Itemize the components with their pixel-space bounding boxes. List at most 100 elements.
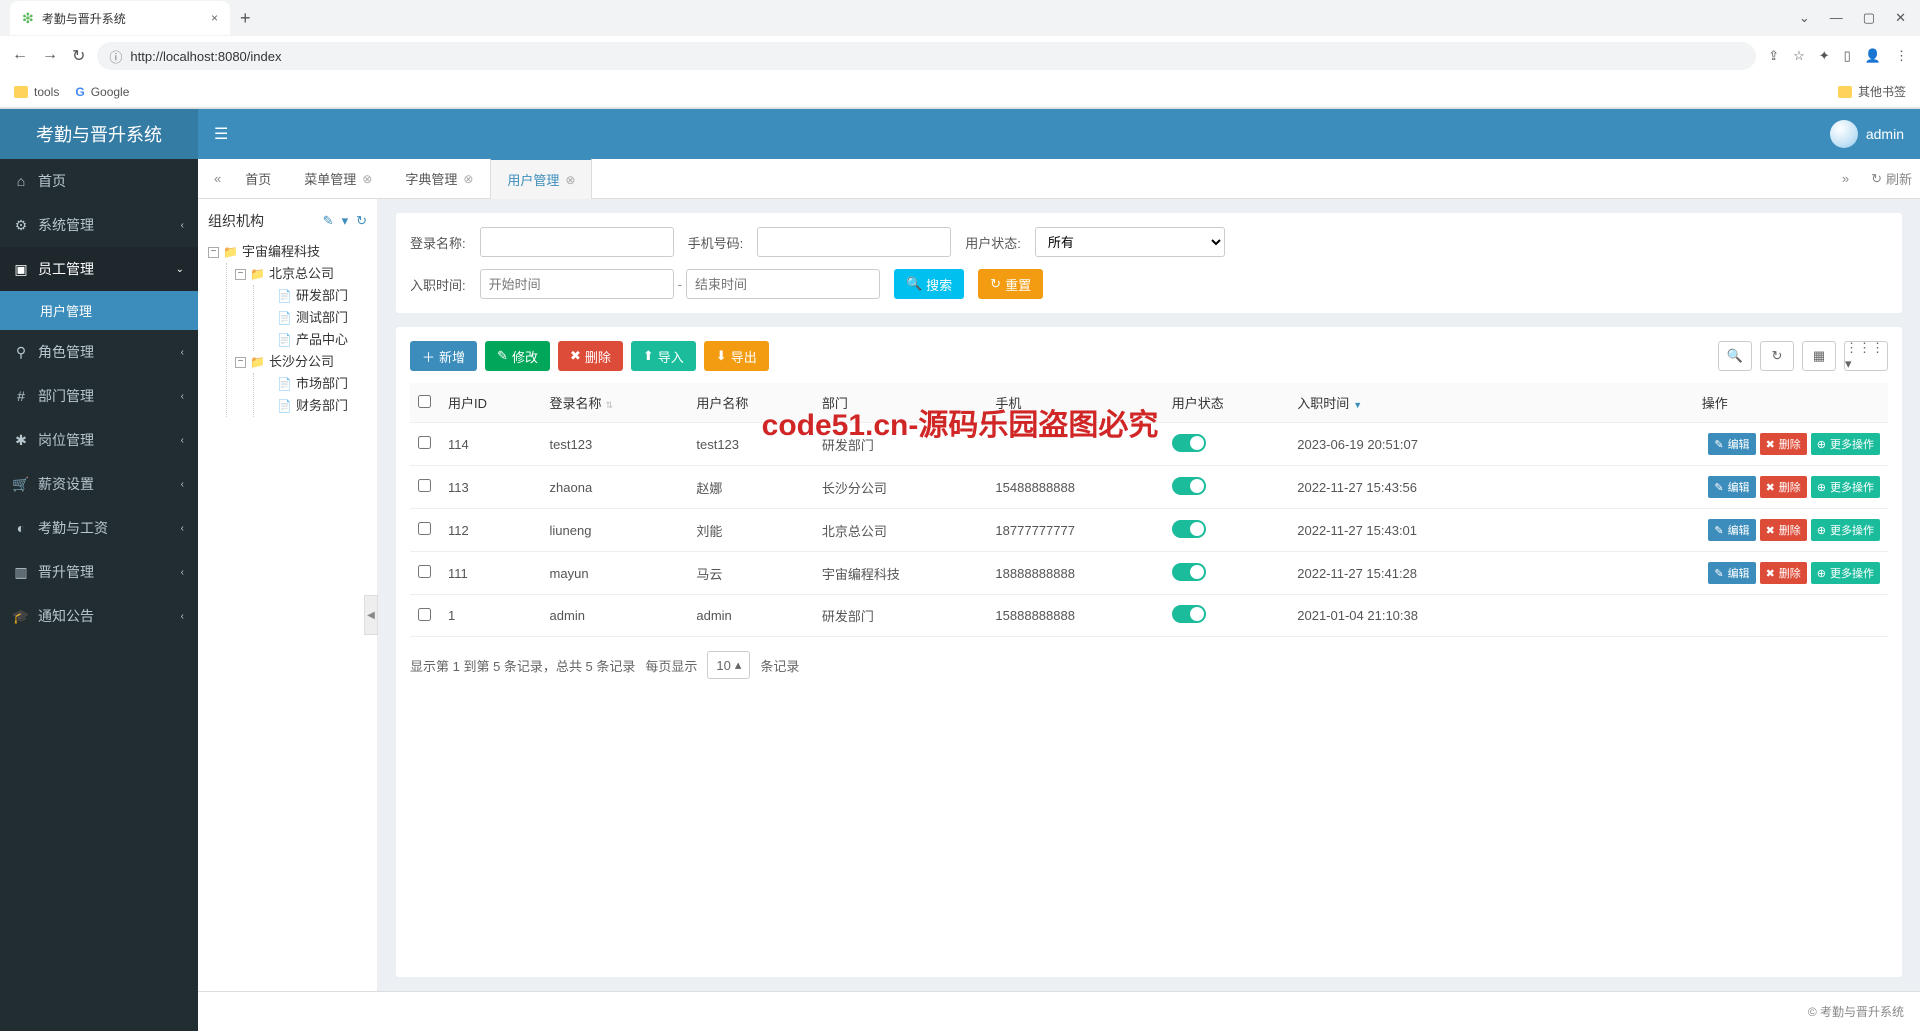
sidebar-item[interactable]: ⚙系统管理‹ [0, 203, 198, 247]
sidebar-item[interactable]: 🎓通知公告‹ [0, 594, 198, 638]
status-toggle[interactable] [1172, 520, 1206, 538]
tree-node[interactable]: 📄产品中心 [262, 329, 367, 351]
close-icon[interactable]: × [211, 11, 218, 25]
row-checkbox[interactable] [418, 479, 431, 492]
tree-node[interactable]: 📄市场部门 [262, 373, 367, 395]
tree-node[interactable]: 📄测试部门 [262, 307, 367, 329]
sidebar-item[interactable]: ✱岗位管理‹ [0, 418, 198, 462]
add-button[interactable]: ＋新增 [410, 341, 477, 371]
reload-icon[interactable]: ↻ [72, 46, 85, 66]
row-edit-button[interactable]: ✎编辑 [1708, 519, 1755, 541]
tree-toggle-icon[interactable]: − [235, 357, 246, 368]
tool-search-icon[interactable]: 🔍 [1718, 341, 1752, 371]
content-tab[interactable]: 用户管理⊗ [490, 158, 592, 199]
export-button[interactable]: ⬇导出 [704, 341, 769, 371]
sort-icon[interactable]: ⇅ [606, 400, 614, 410]
login-name-input[interactable] [480, 227, 674, 257]
row-edit-button[interactable]: ✎编辑 [1708, 433, 1755, 455]
search-button[interactable]: 🔍搜索 [894, 269, 964, 299]
tree-node[interactable]: −📁宇宙编程科技 [208, 241, 367, 263]
org-caret-icon[interactable]: ▾ [342, 213, 349, 229]
row-more-button[interactable]: ⊕更多操作 [1811, 433, 1880, 455]
content-tab[interactable]: 首页 [229, 159, 288, 198]
status-toggle[interactable] [1172, 477, 1206, 495]
status-toggle[interactable] [1172, 605, 1206, 623]
tool-refresh-icon[interactable]: ↻ [1760, 341, 1794, 371]
close-icon[interactable]: ⊗ [565, 173, 575, 187]
sidebar-item[interactable]: ▣员工管理⌄ [0, 247, 198, 291]
end-date-input[interactable] [686, 269, 880, 299]
tabs-arrow-right[interactable]: » [1834, 171, 1857, 186]
dropdown-icon[interactable]: ⌄ [1799, 10, 1810, 26]
close-window-icon[interactable]: ✕ [1895, 10, 1906, 26]
row-checkbox[interactable] [418, 608, 431, 621]
sidebar-item[interactable]: ⌂首页 [0, 159, 198, 203]
sidebar-item[interactable]: ▥晋升管理‹ [0, 550, 198, 594]
tree-toggle-icon[interactable]: − [208, 247, 219, 258]
sidebar-item[interactable]: #部门管理‹ [0, 374, 198, 418]
tabs-refresh[interactable]: ↻ 刷新 [1871, 169, 1912, 188]
browser-tab[interactable]: ❇ 考勤与晋升系统 × [10, 1, 230, 35]
share-icon[interactable]: ⇪ [1768, 48, 1779, 64]
back-icon[interactable]: ← [12, 46, 28, 66]
hamburger-icon[interactable]: ☰ [214, 124, 228, 144]
tabs-arrow-left[interactable]: « [206, 171, 229, 186]
tree-node[interactable]: 📄研发部门 [262, 285, 367, 307]
tree-node[interactable]: −📁北京总公司 [235, 263, 367, 285]
row-delete-button[interactable]: ✖删除 [1760, 519, 1807, 541]
extension-icon[interactable]: ✦ [1819, 48, 1830, 64]
sort-icon[interactable]: ▼ [1353, 400, 1362, 410]
reset-button[interactable]: ↻重置 [978, 269, 1043, 299]
bookmark-other[interactable]: 其他书签 [1838, 83, 1906, 100]
phone-input[interactable] [757, 227, 951, 257]
close-icon[interactable]: ⊗ [463, 172, 473, 186]
content-tab[interactable]: 菜单管理⊗ [288, 159, 389, 198]
tool-view-icon[interactable]: ⋮⋮⋮ ▾ [1844, 341, 1888, 371]
row-more-button[interactable]: ⊕更多操作 [1811, 519, 1880, 541]
org-edit-icon[interactable]: ✎ [323, 213, 334, 229]
status-select[interactable]: 所有 [1035, 227, 1225, 257]
import-button[interactable]: ⬆导入 [631, 341, 696, 371]
submenu-item[interactable]: 用户管理 [0, 291, 198, 330]
profile-icon[interactable]: 👤 [1865, 48, 1881, 64]
minimize-icon[interactable]: — [1830, 10, 1843, 26]
url-field[interactable]: ⓘ http://localhost:8080/index [97, 42, 1756, 70]
delete-button[interactable]: ✖删除 [558, 341, 623, 371]
close-icon[interactable]: ⊗ [362, 172, 372, 186]
user-menu[interactable]: admin [1830, 120, 1904, 148]
new-tab-button[interactable]: + [230, 8, 261, 29]
row-delete-button[interactable]: ✖删除 [1760, 433, 1807, 455]
menu-icon[interactable]: ⋮ [1895, 48, 1908, 64]
start-date-input[interactable] [480, 269, 674, 299]
select-all-checkbox[interactable] [418, 395, 431, 408]
page-size-select[interactable]: 10▴ [707, 651, 750, 679]
tool-columns-icon[interactable]: ▦ [1802, 341, 1836, 371]
sidebar-item[interactable]: ⚲角色管理‹ [0, 330, 198, 374]
row-more-button[interactable]: ⊕更多操作 [1811, 476, 1880, 498]
tree-node[interactable]: −📁长沙分公司 [235, 351, 367, 373]
maximize-icon[interactable]: ▢ [1863, 10, 1875, 26]
sidebar-item[interactable]: 🛒薪资设置‹ [0, 462, 198, 506]
row-checkbox[interactable] [418, 522, 431, 535]
row-delete-button[interactable]: ✖删除 [1760, 562, 1807, 584]
edit-button[interactable]: ✎修改 [485, 341, 550, 371]
row-edit-button[interactable]: ✎编辑 [1708, 562, 1755, 584]
bookmark-tools[interactable]: tools [14, 85, 59, 99]
tree-toggle-icon[interactable]: − [235, 269, 246, 280]
content-tab[interactable]: 字典管理⊗ [389, 159, 490, 198]
tree-node[interactable]: 📄财务部门 [262, 395, 367, 417]
star-icon[interactable]: ☆ [1793, 48, 1805, 64]
sidebar-item[interactable]: ◐考勤与工资‹ [0, 506, 198, 550]
status-toggle[interactable] [1172, 563, 1206, 581]
forward-icon[interactable]: → [42, 46, 58, 66]
status-toggle[interactable] [1172, 434, 1206, 452]
row-edit-button[interactable]: ✎编辑 [1708, 476, 1755, 498]
panel-collapse-handle[interactable]: ◀ [364, 595, 378, 635]
row-checkbox[interactable] [418, 436, 431, 449]
row-delete-button[interactable]: ✖删除 [1760, 476, 1807, 498]
org-refresh-icon[interactable]: ↻ [356, 213, 367, 229]
bookmark-google[interactable]: GGoogle [75, 85, 129, 99]
side-panel-icon[interactable]: ▯ [1844, 48, 1851, 64]
row-more-button[interactable]: ⊕更多操作 [1811, 562, 1880, 584]
row-checkbox[interactable] [418, 565, 431, 578]
